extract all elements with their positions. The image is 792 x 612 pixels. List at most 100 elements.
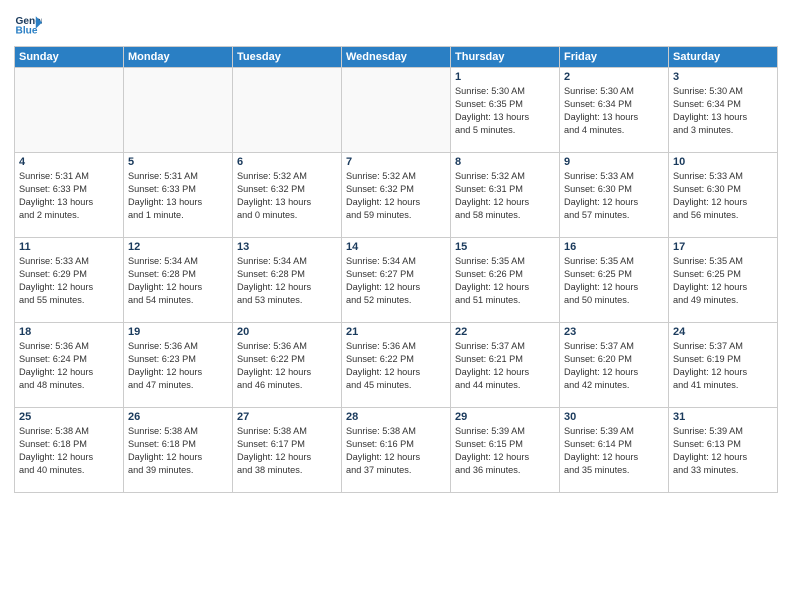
calendar-day-cell: 17 Sunrise: 5:35 AM Sunset: 6:25 PM Dayli… xyxy=(669,238,778,323)
day-number: 10 xyxy=(673,156,773,168)
calendar-header-row: SundayMondayTuesdayWednesdayThursdayFrid… xyxy=(15,47,778,68)
day-info: Sunrise: 5:37 AM Sunset: 6:21 PM Dayligh… xyxy=(455,340,555,392)
logo: General Blue xyxy=(14,10,44,38)
day-info: Sunrise: 5:34 AM Sunset: 6:28 PM Dayligh… xyxy=(237,255,337,307)
calendar-day-cell: 27 Sunrise: 5:38 AM Sunset: 6:17 PM Dayli… xyxy=(233,408,342,493)
day-info: Sunrise: 5:38 AM Sunset: 6:18 PM Dayligh… xyxy=(19,425,119,477)
day-number: 9 xyxy=(564,156,664,168)
day-info: Sunrise: 5:30 AM Sunset: 6:35 PM Dayligh… xyxy=(455,85,555,137)
day-number: 13 xyxy=(237,241,337,253)
day-info: Sunrise: 5:36 AM Sunset: 6:24 PM Dayligh… xyxy=(19,340,119,392)
day-info: Sunrise: 5:39 AM Sunset: 6:14 PM Dayligh… xyxy=(564,425,664,477)
day-number: 8 xyxy=(455,156,555,168)
day-number: 6 xyxy=(237,156,337,168)
day-info: Sunrise: 5:38 AM Sunset: 6:18 PM Dayligh… xyxy=(128,425,228,477)
calendar-day-cell: 28Sunrise: 5:38 AM Sunset: 6:16 PM Dayli… xyxy=(342,408,451,493)
calendar-week-2: 4 Sunrise: 5:31 AM Sunset: 6:33 PM Daylig… xyxy=(15,153,778,238)
page-header: General Blue xyxy=(14,10,778,38)
day-number: 27 xyxy=(237,411,337,423)
weekday-header-saturday: Saturday xyxy=(669,47,778,68)
calendar-day-cell: 5 Sunrise: 5:31 AM Sunset: 6:33 PM Daylig… xyxy=(124,153,233,238)
day-info: Sunrise: 5:38 AM Sunset: 6:17 PM Dayligh… xyxy=(237,425,337,477)
calendar-day-cell: 29Sunrise: 5:39 AM Sunset: 6:15 PM Dayli… xyxy=(451,408,560,493)
calendar-week-3: 11 Sunrise: 5:33 AM Sunset: 6:29 PM Dayli… xyxy=(15,238,778,323)
calendar-day-cell: 18 Sunrise: 5:36 AM Sunset: 6:24 PM Dayli… xyxy=(15,323,124,408)
calendar-day-cell: 22 Sunrise: 5:37 AM Sunset: 6:21 PM Dayli… xyxy=(451,323,560,408)
weekday-header-monday: Monday xyxy=(124,47,233,68)
calendar-day-cell xyxy=(15,68,124,153)
day-info: Sunrise: 5:32 AM Sunset: 6:32 PM Dayligh… xyxy=(346,170,446,222)
calendar-day-cell: 30 Sunrise: 5:39 AM Sunset: 6:14 PM Dayli… xyxy=(560,408,669,493)
day-info: Sunrise: 5:36 AM Sunset: 6:22 PM Dayligh… xyxy=(346,340,446,392)
day-info: Sunrise: 5:34 AM Sunset: 6:27 PM Dayligh… xyxy=(346,255,446,307)
calendar-week-1: 1Sunrise: 5:30 AM Sunset: 6:35 PM Daylig… xyxy=(15,68,778,153)
calendar-day-cell: 15Sunrise: 5:35 AM Sunset: 6:26 PM Dayli… xyxy=(451,238,560,323)
calendar-day-cell xyxy=(342,68,451,153)
calendar-day-cell xyxy=(233,68,342,153)
calendar-day-cell: 13 Sunrise: 5:34 AM Sunset: 6:28 PM Dayli… xyxy=(233,238,342,323)
day-number: 21 xyxy=(346,326,446,338)
day-number: 18 xyxy=(19,326,119,338)
calendar-day-cell: 31Sunrise: 5:39 AM Sunset: 6:13 PM Dayli… xyxy=(669,408,778,493)
svg-text:Blue: Blue xyxy=(16,25,38,36)
day-info: Sunrise: 5:31 AM Sunset: 6:33 PM Dayligh… xyxy=(128,170,228,222)
page-container: General Blue SundayMondayTuesdayWednesda… xyxy=(0,0,792,501)
calendar-day-cell: 20 Sunrise: 5:36 AM Sunset: 6:22 PM Dayli… xyxy=(233,323,342,408)
weekday-header-wednesday: Wednesday xyxy=(342,47,451,68)
day-info: Sunrise: 5:31 AM Sunset: 6:33 PM Dayligh… xyxy=(19,170,119,222)
day-info: Sunrise: 5:36 AM Sunset: 6:22 PM Dayligh… xyxy=(237,340,337,392)
day-info: Sunrise: 5:33 AM Sunset: 6:29 PM Dayligh… xyxy=(19,255,119,307)
logo-icon: General Blue xyxy=(14,10,42,38)
weekday-header-thursday: Thursday xyxy=(451,47,560,68)
day-number: 11 xyxy=(19,241,119,253)
calendar-day-cell: 4 Sunrise: 5:31 AM Sunset: 6:33 PM Daylig… xyxy=(15,153,124,238)
calendar-day-cell: 7Sunrise: 5:32 AM Sunset: 6:32 PM Daylig… xyxy=(342,153,451,238)
calendar-day-cell: 8 Sunrise: 5:32 AM Sunset: 6:31 PM Daylig… xyxy=(451,153,560,238)
weekday-header-sunday: Sunday xyxy=(15,47,124,68)
day-number: 4 xyxy=(19,156,119,168)
day-number: 12 xyxy=(128,241,228,253)
calendar-day-cell: 19Sunrise: 5:36 AM Sunset: 6:23 PM Dayli… xyxy=(124,323,233,408)
day-info: Sunrise: 5:35 AM Sunset: 6:26 PM Dayligh… xyxy=(455,255,555,307)
day-info: Sunrise: 5:30 AM Sunset: 6:34 PM Dayligh… xyxy=(673,85,773,137)
calendar-day-cell: 3 Sunrise: 5:30 AM Sunset: 6:34 PM Daylig… xyxy=(669,68,778,153)
day-number: 22 xyxy=(455,326,555,338)
calendar-day-cell: 21 Sunrise: 5:36 AM Sunset: 6:22 PM Dayli… xyxy=(342,323,451,408)
day-number: 14 xyxy=(346,241,446,253)
day-info: Sunrise: 5:32 AM Sunset: 6:32 PM Dayligh… xyxy=(237,170,337,222)
day-number: 31 xyxy=(673,411,773,423)
day-info: Sunrise: 5:35 AM Sunset: 6:25 PM Dayligh… xyxy=(673,255,773,307)
weekday-header-friday: Friday xyxy=(560,47,669,68)
day-number: 24 xyxy=(673,326,773,338)
day-number: 30 xyxy=(564,411,664,423)
day-info: Sunrise: 5:36 AM Sunset: 6:23 PM Dayligh… xyxy=(128,340,228,392)
calendar-day-cell: 11 Sunrise: 5:33 AM Sunset: 6:29 PM Dayli… xyxy=(15,238,124,323)
day-info: Sunrise: 5:37 AM Sunset: 6:20 PM Dayligh… xyxy=(564,340,664,392)
day-info: Sunrise: 5:38 AM Sunset: 6:16 PM Dayligh… xyxy=(346,425,446,477)
day-info: Sunrise: 5:37 AM Sunset: 6:19 PM Dayligh… xyxy=(673,340,773,392)
day-number: 2 xyxy=(564,71,664,83)
calendar-day-cell: 6 Sunrise: 5:32 AM Sunset: 6:32 PM Daylig… xyxy=(233,153,342,238)
day-number: 5 xyxy=(128,156,228,168)
calendar-day-cell: 14 Sunrise: 5:34 AM Sunset: 6:27 PM Dayli… xyxy=(342,238,451,323)
day-info: Sunrise: 5:33 AM Sunset: 6:30 PM Dayligh… xyxy=(564,170,664,222)
day-info: Sunrise: 5:32 AM Sunset: 6:31 PM Dayligh… xyxy=(455,170,555,222)
day-info: Sunrise: 5:34 AM Sunset: 6:28 PM Dayligh… xyxy=(128,255,228,307)
calendar-day-cell xyxy=(124,68,233,153)
day-number: 20 xyxy=(237,326,337,338)
day-info: Sunrise: 5:30 AM Sunset: 6:34 PM Dayligh… xyxy=(564,85,664,137)
calendar-day-cell: 26Sunrise: 5:38 AM Sunset: 6:18 PM Dayli… xyxy=(124,408,233,493)
calendar-day-cell: 24 Sunrise: 5:37 AM Sunset: 6:19 PM Dayli… xyxy=(669,323,778,408)
day-info: Sunrise: 5:39 AM Sunset: 6:15 PM Dayligh… xyxy=(455,425,555,477)
day-info: Sunrise: 5:33 AM Sunset: 6:30 PM Dayligh… xyxy=(673,170,773,222)
weekday-header-tuesday: Tuesday xyxy=(233,47,342,68)
day-number: 3 xyxy=(673,71,773,83)
calendar-day-cell: 25Sunrise: 5:38 AM Sunset: 6:18 PM Dayli… xyxy=(15,408,124,493)
calendar-table: SundayMondayTuesdayWednesdayThursdayFrid… xyxy=(14,46,778,493)
calendar-day-cell: 1Sunrise: 5:30 AM Sunset: 6:35 PM Daylig… xyxy=(451,68,560,153)
calendar-day-cell: 23Sunrise: 5:37 AM Sunset: 6:20 PM Dayli… xyxy=(560,323,669,408)
day-info: Sunrise: 5:35 AM Sunset: 6:25 PM Dayligh… xyxy=(564,255,664,307)
day-number: 17 xyxy=(673,241,773,253)
calendar-day-cell: 10 Sunrise: 5:33 AM Sunset: 6:30 PM Dayli… xyxy=(669,153,778,238)
calendar-week-4: 18 Sunrise: 5:36 AM Sunset: 6:24 PM Dayli… xyxy=(15,323,778,408)
